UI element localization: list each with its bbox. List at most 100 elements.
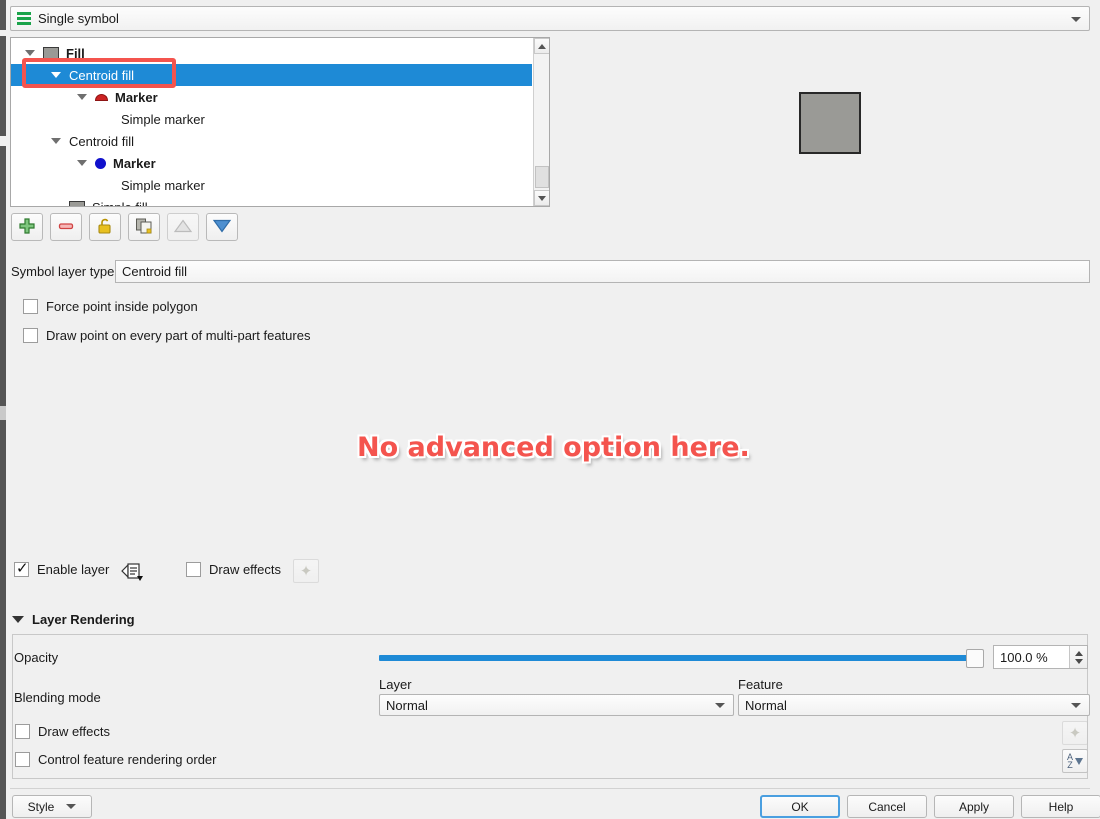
- control-feature-rendering-order-row[interactable]: Control feature rendering order: [15, 752, 217, 767]
- opacity-slider[interactable]: [379, 649, 984, 668]
- opacity-slider-track: [379, 655, 984, 661]
- draw-effects-row-rendering[interactable]: Draw effects: [15, 724, 110, 739]
- blending-feature-combobox[interactable]: Normal: [738, 694, 1090, 716]
- blending-mode-label: Blending mode: [14, 690, 101, 705]
- move-layer-down-button[interactable]: [206, 213, 238, 241]
- tree-row[interactable]: Marker: [11, 152, 532, 174]
- tree-row[interactable]: Simple marker: [11, 174, 532, 196]
- symbol-layer-type-combobox[interactable]: Centroid fill: [115, 260, 1090, 283]
- sort-arrow-icon: [1075, 757, 1083, 765]
- collapse-triangle-icon[interactable]: [12, 616, 24, 623]
- remove-symbol-layer-button[interactable]: [50, 213, 82, 241]
- opacity-value: 100.0 %: [1000, 649, 1048, 665]
- opacity-label: Opacity: [14, 650, 59, 665]
- control-feature-rendering-order-checkbox[interactable]: [15, 752, 30, 767]
- scroll-up-arrow-icon[interactable]: [534, 38, 549, 54]
- spinner-up-icon[interactable]: [1074, 650, 1083, 656]
- layer-rendering-title: Layer Rendering: [32, 612, 135, 627]
- scrollbar-thumb[interactable]: [535, 166, 549, 188]
- cancel-button[interactable]: Cancel: [847, 795, 927, 818]
- symbol-layer-type-label: Symbol layer type: [11, 264, 115, 279]
- effects-star-icon: ✦: [299, 563, 313, 580]
- symbol-layer-toolbar: [11, 213, 238, 241]
- opacity-spinbox[interactable]: 100.0 %: [993, 645, 1088, 669]
- enable-layer-label: Enable layer: [37, 562, 110, 577]
- tree-item-label: Centroid fill: [69, 133, 135, 149]
- tree-row[interactable]: Simple fill: [11, 196, 532, 206]
- square-fill-icon: [69, 201, 85, 206]
- data-defined-override-icon[interactable]: [120, 560, 146, 582]
- draw-effects-checkbox-top[interactable]: [186, 562, 201, 577]
- move-layer-up-button: [167, 213, 199, 241]
- opacity-spinner-buttons[interactable]: [1069, 646, 1087, 668]
- draw-effects-row-top[interactable]: Draw effects: [186, 562, 281, 577]
- force-point-inside-polygon-checkbox[interactable]: [23, 299, 38, 314]
- tree-row[interactable]: Fill: [11, 42, 532, 64]
- duplicate-icon: [135, 217, 153, 238]
- ok-button[interactable]: OK: [760, 795, 840, 818]
- expander-triangle-icon[interactable]: [77, 94, 87, 100]
- draw-effects-label-top: Draw effects: [209, 562, 282, 577]
- scroll-down-arrow-icon[interactable]: [534, 190, 549, 206]
- style-button-label: Style: [27, 799, 55, 814]
- effects-star-button-top[interactable]: ✦: [293, 559, 319, 583]
- renderer-type-combobox[interactable]: Single symbol: [10, 6, 1090, 31]
- chevron-down-icon: [715, 703, 725, 708]
- chevron-down-icon: [1071, 16, 1081, 22]
- tree-vertical-scrollbar[interactable]: [533, 38, 549, 206]
- draw-point-every-part-checkbox[interactable]: [23, 328, 38, 343]
- effects-star-button-rendering[interactable]: ✦: [1062, 721, 1088, 745]
- control-feature-rendering-order-label: Control feature rendering order: [38, 752, 217, 767]
- feature-rendering-order-button[interactable]: AZ: [1062, 749, 1088, 773]
- duplicate-symbol-layer-button[interactable]: [128, 213, 160, 241]
- force-point-inside-polygon-row[interactable]: Force point inside polygon: [23, 299, 198, 314]
- expander-triangle-icon[interactable]: [77, 160, 87, 166]
- draw-point-every-part-label: Draw point on every part of multi-part f…: [46, 328, 311, 343]
- enable-layer-row[interactable]: Enable layer: [14, 559, 110, 577]
- tree-item-label: Centroid fill: [69, 67, 135, 83]
- help-button[interactable]: Help: [1021, 795, 1100, 818]
- add-symbol-layer-button[interactable]: [11, 213, 43, 241]
- tree-row[interactable]: Marker: [11, 86, 532, 108]
- tree-row[interactable]: Centroid fill: [11, 130, 532, 152]
- lock-layer-colors-button[interactable]: [89, 213, 121, 241]
- blue-dot-icon: [95, 157, 106, 169]
- help-button-label: Help: [1048, 799, 1074, 814]
- symbol-layers-tree[interactable]: Fill Centroid fill Marker Simple marker Cent…: [10, 37, 550, 207]
- minus-icon: [57, 217, 75, 238]
- expander-triangle-icon[interactable]: [51, 72, 61, 78]
- tree-row[interactable]: Simple marker: [11, 108, 532, 130]
- square-fill-icon: [43, 47, 59, 59]
- blending-layer-label: Layer: [379, 677, 412, 692]
- triangle-up-icon: [173, 218, 193, 237]
- single-symbol-icon: [17, 12, 31, 25]
- annotation-text: No advanced option here.: [357, 432, 750, 463]
- layer-rendering-header[interactable]: Layer Rendering: [12, 612, 141, 627]
- style-button[interactable]: Style: [12, 795, 92, 818]
- spinner-down-icon[interactable]: [1074, 658, 1083, 664]
- apply-button[interactable]: Apply: [934, 795, 1014, 818]
- apply-button-label: Apply: [958, 799, 990, 814]
- footer-divider: [10, 788, 1090, 789]
- panel-splitter-handle[interactable]: [0, 406, 6, 420]
- blending-layer-value: Normal: [386, 697, 428, 713]
- enable-layer-checkbox[interactable]: [14, 559, 29, 577]
- panel-edge-strip-top: [0, 0, 6, 30]
- tree-item-label: Simple marker: [121, 177, 205, 193]
- expander-triangle-icon[interactable]: [25, 50, 35, 56]
- tree-item-label: Fill: [66, 45, 85, 61]
- draw-effects-checkbox-rendering[interactable]: [15, 724, 30, 739]
- blending-feature-label: Feature: [738, 677, 783, 692]
- force-point-inside-polygon-label: Force point inside polygon: [46, 299, 198, 314]
- draw-effects-label-rendering: Draw effects: [38, 724, 111, 739]
- blending-layer-combobox[interactable]: Normal: [379, 694, 734, 716]
- opacity-slider-handle[interactable]: [966, 649, 984, 668]
- tree-row[interactable]: Centroid fill: [11, 64, 532, 86]
- expander-triangle-icon[interactable]: [51, 138, 61, 144]
- draw-point-every-part-row[interactable]: Draw point on every part of multi-part f…: [23, 328, 310, 343]
- cancel-button-label: Cancel: [868, 799, 906, 814]
- plus-icon: [18, 217, 36, 238]
- symbol-preview-swatch: [799, 92, 861, 154]
- chevron-down-icon: [1071, 703, 1081, 708]
- panel-edge-strip-lower: [0, 420, 6, 819]
